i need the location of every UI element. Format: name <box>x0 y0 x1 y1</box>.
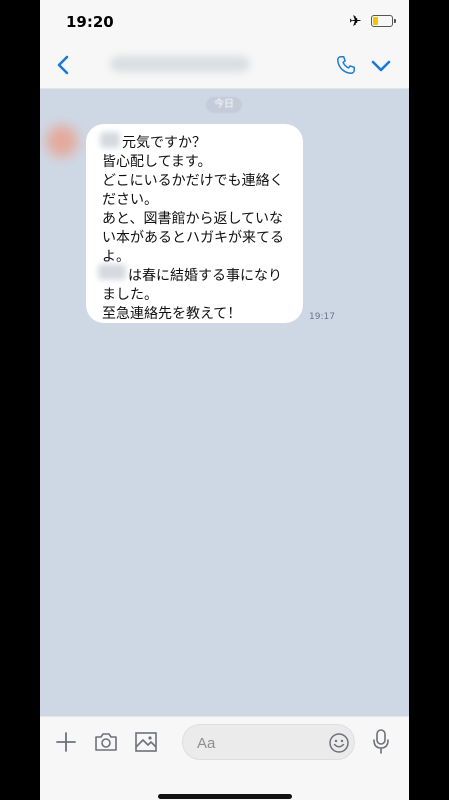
battery-tip <box>394 19 396 23</box>
nav-bar <box>40 44 409 89</box>
message-line: ださい。 <box>102 192 158 208</box>
message-input-field[interactable] <box>182 724 355 760</box>
message-line: 元気ですか？ <box>122 135 206 151</box>
message-input[interactable] <box>195 732 319 754</box>
image-icon[interactable] <box>134 731 158 753</box>
back-chevron-icon[interactable] <box>52 53 76 77</box>
contact-name-redacted <box>110 56 250 72</box>
message-line: どこにいるかだけでも連絡く <box>102 173 284 189</box>
input-bar <box>40 716 409 800</box>
phone-screen: 19:20 ✈ 今日 元気ですか？ 皆心配してます。 どこにいるかだけでも連絡く… <box>40 0 409 800</box>
chevron-down-icon[interactable] <box>370 56 392 76</box>
message-timestamp: 19:17 <box>309 312 335 322</box>
message-line: 皆心配してます。 <box>102 154 212 170</box>
airplane-icon: ✈ <box>349 12 362 30</box>
message-line: あと、図書館から返していな <box>102 211 284 227</box>
message-line: い本があるとハガキが来てる <box>102 230 284 246</box>
phone-icon[interactable] <box>335 54 357 76</box>
plus-icon[interactable] <box>54 730 78 754</box>
message-line: 至急連絡先を教えて！ <box>102 306 242 322</box>
chat-area[interactable]: 今日 元気ですか？ 皆心配してます。 どこにいるかだけでも連絡く ださい。 あと… <box>40 89 409 716</box>
status-time: 19:20 <box>66 13 114 31</box>
redacted-text <box>100 132 120 148</box>
microphone-icon[interactable] <box>371 728 391 756</box>
redacted-name <box>98 264 126 280</box>
status-bar: 19:20 ✈ <box>40 0 409 44</box>
home-indicator <box>158 794 292 799</box>
camera-icon[interactable] <box>93 730 119 754</box>
avatar[interactable] <box>46 125 78 157</box>
message-line: は春に結婚する事になり <box>128 268 282 284</box>
message-bubble[interactable]: 元気ですか？ 皆心配してます。 どこにいるかだけでも連絡く ださい。 あと、図書… <box>86 124 303 323</box>
battery-icon <box>371 15 393 27</box>
message-line: ました。 <box>102 287 158 303</box>
smiley-icon[interactable] <box>328 732 350 754</box>
date-separator: 今日 <box>206 97 242 113</box>
message-line: よ。 <box>102 249 130 265</box>
